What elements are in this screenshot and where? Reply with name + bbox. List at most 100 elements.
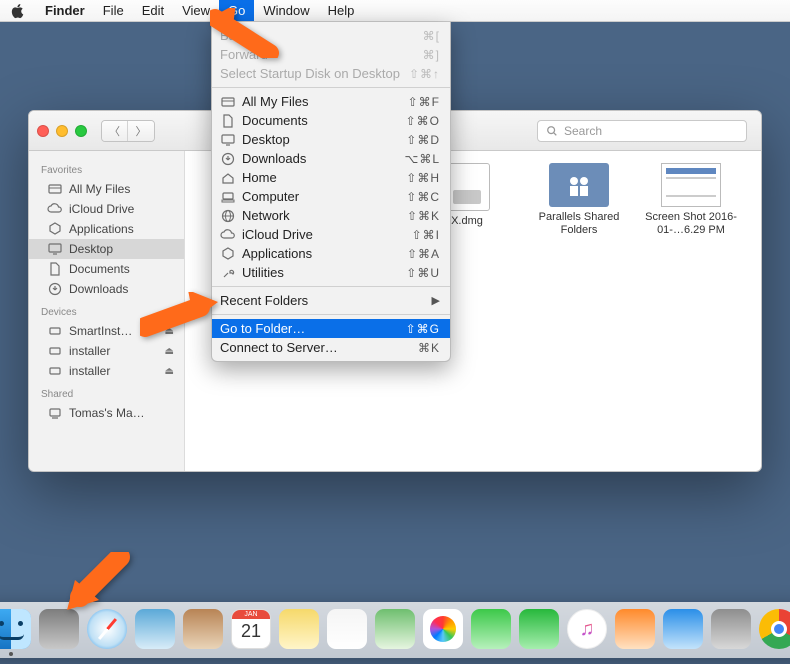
desktop-icon (220, 133, 236, 147)
go-menu-dropdown: Back⌘[ Forward⌘] Select Startup Disk on … (211, 22, 451, 362)
sidebar-item-documents[interactable]: Documents (29, 259, 184, 279)
sidebar-device-item[interactable]: installer⏏ (29, 341, 184, 361)
sidebar-item-label: Tomas's Ma… (69, 406, 145, 420)
menu-item-applications[interactable]: Applications⇧⌘A (212, 244, 450, 263)
icloud-icon (220, 228, 236, 242)
sidebar-item-applications[interactable]: Applications (29, 219, 184, 239)
dock-reminders[interactable] (326, 608, 368, 650)
annotation-arrow-finder-dock (65, 552, 135, 615)
menu-item-documents[interactable]: Documents⇧⌘O (212, 111, 450, 130)
applications-icon (47, 222, 63, 236)
utilities-icon (220, 266, 236, 280)
menu-item-label: Utilities (242, 265, 406, 280)
dock-finder[interactable] (0, 608, 32, 650)
menu-item-network[interactable]: Network⇧⌘K (212, 206, 450, 225)
search-placeholder: Search (564, 124, 602, 138)
file-item[interactable]: Parallels Shared Folders (531, 163, 627, 237)
menubar-app[interactable]: Finder (36, 0, 94, 21)
back-button[interactable]: 〈 (102, 121, 128, 141)
all-files-icon (220, 95, 236, 109)
sidebar-item-label: Applications (69, 222, 134, 236)
dock-chrome[interactable] (758, 608, 790, 650)
search-field[interactable]: Search (537, 120, 747, 142)
sidebar-device-item[interactable]: installer⏏ (29, 361, 184, 381)
menu-item-connect-to-server[interactable]: Connect to Server…⌘K (212, 338, 450, 357)
file-name: Parallels Shared Folders (531, 211, 627, 237)
menu-item-label: Desktop (242, 132, 406, 147)
menu-item-label: Network (242, 208, 407, 223)
menu-item-shortcut: ⇧⌘K (407, 209, 440, 223)
file-name: X.dmg (451, 215, 483, 228)
menu-item-shortcut: ⇧⌘U (406, 266, 440, 280)
dock-mail[interactable] (134, 608, 176, 650)
eject-icon[interactable]: ⏏ (165, 346, 174, 357)
eject-icon[interactable]: ⏏ (165, 366, 174, 377)
window-controls (37, 125, 87, 137)
menu-item-utilities[interactable]: Utilities⇧⌘U (212, 263, 450, 282)
sidebar-item-icloud[interactable]: iCloud Drive (29, 199, 184, 219)
menu-item-shortcut: ⇧⌘D (406, 133, 440, 147)
downloads-icon (220, 152, 236, 166)
dock-photos[interactable] (422, 608, 464, 650)
dock-notes[interactable] (278, 608, 320, 650)
dock-appstore[interactable] (662, 608, 704, 650)
annotation-arrow-go-menu (210, 8, 280, 61)
sidebar-item-label: All My Files (69, 182, 130, 196)
menu-item-label: Documents (242, 113, 406, 128)
disk-icon (47, 324, 63, 338)
applications-icon (220, 247, 236, 261)
dock-contacts[interactable] (182, 608, 224, 650)
menu-item-all-files[interactable]: All My Files⇧⌘F (212, 92, 450, 111)
nav-buttons: 〈 〉 (101, 120, 155, 142)
dock-facetime[interactable] (518, 608, 560, 650)
disk-icon (47, 344, 63, 358)
menu-item-shortcut: ⇧⌘F (408, 95, 440, 109)
dock-messages[interactable] (470, 608, 512, 650)
menu-item-label: Downloads (242, 151, 404, 166)
dock-itunes[interactable]: ♫ (566, 608, 608, 650)
menu-item-label: iCloud Drive (242, 227, 412, 242)
dock-ibooks[interactable] (614, 608, 656, 650)
menu-item-shortcut: ⌥⌘L (404, 152, 440, 166)
menu-help[interactable]: Help (319, 0, 364, 21)
zoom-button[interactable] (75, 125, 87, 137)
menu-item-recent-folders[interactable]: Recent Folders▶ (212, 291, 450, 310)
menu-item-downloads[interactable]: Downloads⌥⌘L (212, 149, 450, 168)
sidebar-item-all-files[interactable]: All My Files (29, 179, 184, 199)
dock-maps[interactable] (374, 608, 416, 650)
menu-item-go-to-folder[interactable]: Go to Folder…⇧⌘G (212, 319, 450, 338)
file-item[interactable]: Screen Shot 2016-01-…6.29 PM (643, 163, 739, 237)
menu-item-shortcut: ⇧⌘H (406, 171, 440, 185)
dock-calendar[interactable]: JAN21 (230, 608, 272, 650)
all-files-icon (47, 182, 63, 196)
documents-icon (47, 262, 63, 276)
sidebar-item-label: Desktop (69, 242, 113, 256)
menu-item-shortcut: ⇧⌘C (406, 190, 440, 204)
sidebar-item-desktop[interactable]: Desktop (29, 239, 184, 259)
sidebar-item-label: iCloud Drive (69, 202, 134, 216)
annotation-arrow-go-to-folder (140, 292, 220, 340)
forward-button[interactable]: 〉 (128, 121, 154, 141)
sidebar-item-label: Documents (69, 262, 130, 276)
close-button[interactable] (37, 125, 49, 137)
menu-file[interactable]: File (94, 0, 133, 21)
menu-item-shortcut: ⇧⌘I (412, 228, 440, 242)
menu-item-shortcut: ⇧⌘A (407, 247, 440, 261)
menu-item-label: Applications (242, 246, 407, 261)
menubar: Finder File Edit View Go Window Help (0, 0, 790, 22)
menu-edit[interactable]: Edit (133, 0, 173, 21)
desktop-icon (47, 242, 63, 256)
menu-item-label: All My Files (242, 94, 408, 109)
menu-item-label: Computer (242, 189, 406, 204)
menu-item-desktop[interactable]: Desktop⇧⌘D (212, 130, 450, 149)
dock-preferences[interactable] (710, 608, 752, 650)
sidebar-shared-item[interactable]: Tomas's Ma… (29, 403, 184, 423)
menu-item-home[interactable]: Home⇧⌘H (212, 168, 450, 187)
minimize-button[interactable] (56, 125, 68, 137)
icloud-icon (47, 202, 63, 216)
menu-item-computer[interactable]: Computer⇧⌘C (212, 187, 450, 206)
submenu-arrow-icon: ▶ (432, 294, 440, 307)
menu-item-icloud[interactable]: iCloud Drive⇧⌘I (212, 225, 450, 244)
downloads-icon (47, 282, 63, 296)
sidebar-item-label: SmartInst… (69, 324, 132, 338)
